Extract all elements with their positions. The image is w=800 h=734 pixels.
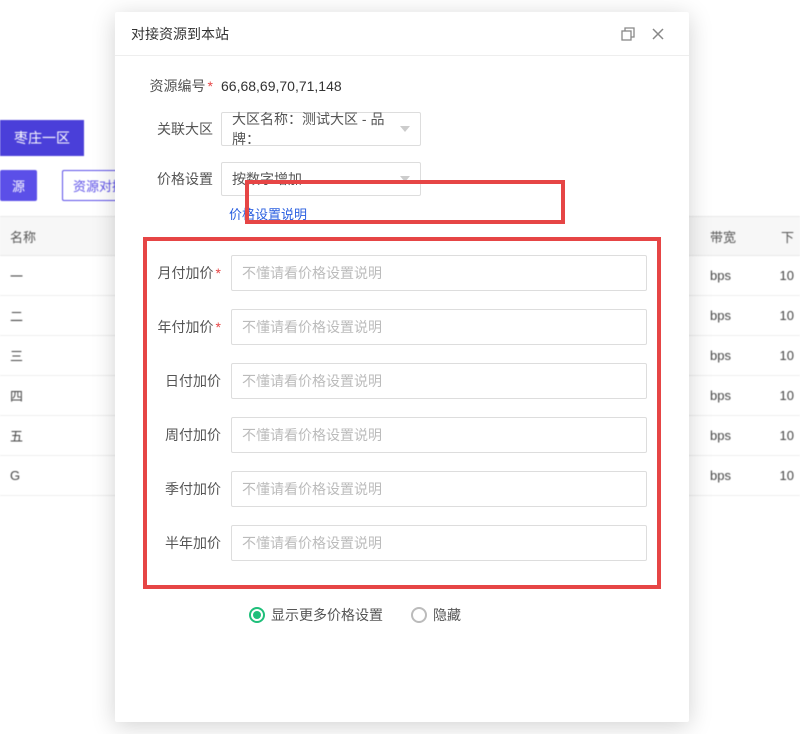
radio-circle-icon <box>411 607 427 623</box>
value-resource-id: 66,68,69,70,71,148 <box>221 78 667 94</box>
price-input-label: 周付加价 <box>157 425 231 445</box>
price-input-row: 年付加价* <box>157 309 647 345</box>
row-tail: 10 <box>770 348 800 363</box>
chevron-down-icon <box>400 126 410 132</box>
display-mode-radio-group: 显示更多价格设置 隐藏 <box>125 605 679 625</box>
bg-source-button[interactable]: 源 <box>0 170 37 201</box>
price-input-0[interactable] <box>231 255 647 291</box>
row-name: 三 <box>0 346 120 365</box>
row-bandwidth: bps <box>710 308 770 323</box>
row-name: 四 <box>0 386 120 405</box>
price-input-label: 半年加价 <box>157 533 231 553</box>
modal-header: 对接资源到本站 <box>115 12 689 56</box>
row-name: 一 <box>0 266 120 285</box>
price-input-label: 月付加价* <box>157 263 231 283</box>
field-resource-id: 资源编号* 66,68,69,70,71,148 <box>125 76 679 96</box>
price-input-5[interactable] <box>231 525 647 561</box>
chevron-down-icon <box>400 176 410 182</box>
row-tail: 10 <box>770 268 800 283</box>
bg-region-tag: 枣庄一区 <box>0 120 84 156</box>
select-region[interactable]: 大区名称：测试大区 - 品牌： <box>221 112 421 146</box>
close-icon[interactable] <box>643 19 673 49</box>
price-input-row: 半年加价 <box>157 525 647 561</box>
row-name: 二 <box>0 306 120 325</box>
price-input-row: 季付加价 <box>157 471 647 507</box>
select-price-mode[interactable]: 按数字增加 <box>221 162 421 196</box>
modal-title: 对接资源到本站 <box>131 24 613 44</box>
price-input-label: 年付加价* <box>157 317 231 337</box>
price-input-label: 日付加价 <box>157 371 231 391</box>
row-bandwidth: bps <box>710 388 770 403</box>
radio-show-more[interactable]: 显示更多价格设置 <box>249 605 383 625</box>
label-price-mode: 价格设置 <box>137 169 221 189</box>
row-bandwidth: bps <box>710 268 770 283</box>
price-input-1[interactable] <box>231 309 647 345</box>
price-help-link[interactable]: 价格设置说明 <box>229 207 307 222</box>
modal-body: 资源编号* 66,68,69,70,71,148 关联大区 大区名称：测试大区 … <box>115 56 689 625</box>
price-input-3[interactable] <box>231 417 647 453</box>
row-tail: 10 <box>770 428 800 443</box>
price-input-row: 日付加价 <box>157 363 647 399</box>
radio-hide-label: 隐藏 <box>433 605 461 625</box>
price-input-row: 周付加价 <box>157 417 647 453</box>
price-inputs-highlight-box: 月付加价* 年付加价* 日付加价周付加价季付加价半年加价 <box>143 237 661 589</box>
label-region: 关联大区 <box>137 119 221 139</box>
radio-hide[interactable]: 隐藏 <box>411 605 461 625</box>
select-price-mode-value: 按数字增加 <box>232 169 302 189</box>
price-input-2[interactable] <box>231 363 647 399</box>
dock-resource-modal: 对接资源到本站 资源编号* 66,68,69,70,71,148 关联大区 大区… <box>115 12 689 722</box>
bg-th-bandwidth: 带宽 <box>710 227 770 246</box>
row-bandwidth: bps <box>710 468 770 483</box>
bg-th-name: 名称 <box>0 227 120 246</box>
field-region: 关联大区 大区名称：测试大区 - 品牌： <box>125 112 679 146</box>
price-help-row: 价格设置说明 <box>125 204 679 223</box>
select-region-value: 大区名称：测试大区 - 品牌： <box>232 109 390 149</box>
row-bandwidth: bps <box>710 348 770 363</box>
price-input-4[interactable] <box>231 471 647 507</box>
label-resource-id: 资源编号* <box>137 76 221 96</box>
price-input-row: 月付加价* <box>157 255 647 291</box>
row-tail: 10 <box>770 468 800 483</box>
row-tail: 10 <box>770 388 800 403</box>
field-price-mode: 价格设置 按数字增加 <box>125 162 679 196</box>
row-tail: 10 <box>770 308 800 323</box>
row-name: G <box>0 468 120 483</box>
radio-circle-icon <box>249 607 265 623</box>
maximize-icon[interactable] <box>613 19 643 49</box>
row-name: 五 <box>0 426 120 445</box>
bg-th-tail: 下 <box>770 227 800 246</box>
radio-show-more-label: 显示更多价格设置 <box>271 605 383 625</box>
price-input-label: 季付加价 <box>157 479 231 499</box>
row-bandwidth: bps <box>710 428 770 443</box>
